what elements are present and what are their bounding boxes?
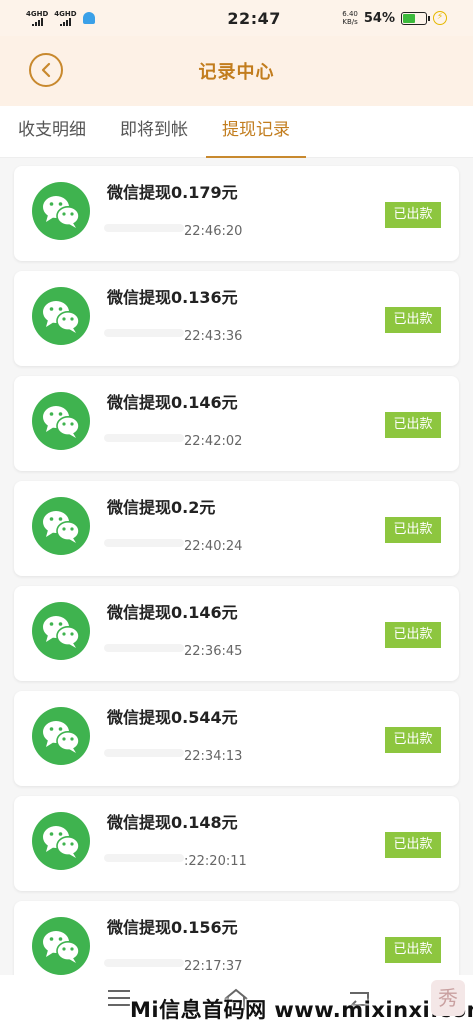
- status-badge: 已出款: [385, 412, 441, 438]
- record-time: 22:40:24: [184, 539, 243, 554]
- signal-icon: 4GHD: [26, 9, 49, 26]
- wechat-icon: [32, 812, 90, 870]
- record-card[interactable]: 微信提现0.146元 22:42:02 已出款: [14, 376, 459, 471]
- chevron-left-icon: [41, 62, 51, 78]
- status-badge: 已出款: [385, 622, 441, 648]
- status-badge: 已出款: [385, 307, 441, 333]
- record-time: 22:46:20: [184, 224, 243, 239]
- record-title: 微信提现0.2元: [107, 498, 216, 517]
- battery-percent: 54%: [363, 10, 395, 26]
- record-time: 22:34:13: [184, 749, 243, 764]
- status-badge: 已出款: [385, 937, 441, 963]
- record-date-blurred: [104, 434, 184, 442]
- net-speed-value: 6.40: [342, 10, 358, 18]
- tab-bar: 收支明细 即将到帐 提现记录: [0, 106, 473, 158]
- status-badge: 已出款: [385, 727, 441, 753]
- battery-fill: [403, 13, 415, 23]
- record-date-blurred: [104, 539, 184, 547]
- record-card[interactable]: 微信提现0.544元 22:34:13 已出款: [14, 691, 459, 786]
- record-date-blurred: [104, 959, 184, 967]
- record-title: 微信提现0.148元: [107, 813, 238, 832]
- network-type-1: 4GHD: [26, 9, 49, 18]
- record-time: :22:20:11: [184, 854, 247, 869]
- record-date-blurred: [104, 854, 184, 862]
- record-time: 22:42:02: [184, 434, 243, 449]
- record-time: 22:36:45: [184, 644, 243, 659]
- record-card[interactable]: 微信提现0.148元 :22:20:11 已出款: [14, 796, 459, 891]
- record-date-blurred: [104, 224, 184, 232]
- tab-income-expense[interactable]: 收支明细: [18, 106, 86, 158]
- wechat-icon: [32, 602, 90, 660]
- record-title: 微信提现0.136元: [107, 288, 238, 307]
- record-title: 微信提现0.179元: [107, 183, 238, 202]
- charging-icon: ⚡: [433, 11, 447, 25]
- wechat-icon: [32, 917, 90, 975]
- record-card[interactable]: 微信提现0.146元 22:36:45 已出款: [14, 586, 459, 681]
- page-title: 记录中心: [198, 62, 275, 83]
- notification-bell-icon: [82, 12, 95, 24]
- status-left: 4GHD 4GHD: [26, 9, 186, 26]
- wechat-icon: [32, 182, 90, 240]
- watermark-text: Mi信息首码网 www.mixinxi.com: [130, 998, 473, 1022]
- record-date-blurred: [104, 749, 184, 757]
- battery-icon: [401, 11, 430, 25]
- signal-icon-2: 4GHD: [54, 9, 77, 26]
- status-badge: 已出款: [385, 517, 441, 543]
- record-card[interactable]: 微信提现0.2元 22:40:24 已出款: [14, 481, 459, 576]
- withdraw-record-list: 微信提现0.179元 22:46:20 已出款 微信提现0.136元 22:43:36 已…: [14, 166, 459, 1006]
- watermark-logo: 秀: [431, 980, 465, 1016]
- record-date-blurred: [104, 329, 184, 337]
- network-type-2: 4GHD: [54, 9, 77, 18]
- net-speed: 6.40 KB/s: [342, 10, 358, 26]
- net-speed-unit: KB/s: [342, 18, 358, 26]
- back-button[interactable]: [29, 53, 63, 87]
- record-title: 微信提现0.544元: [107, 708, 238, 727]
- record-title: 微信提现0.156元: [107, 918, 238, 937]
- wechat-icon: [32, 707, 90, 765]
- record-time: 22:43:36: [184, 329, 243, 344]
- tab-pending[interactable]: 即将到帐: [120, 106, 188, 158]
- wechat-icon: [32, 392, 90, 450]
- status-badge: 已出款: [385, 832, 441, 858]
- record-time: 22:17:37: [184, 959, 243, 974]
- wechat-icon: [32, 497, 90, 555]
- record-card[interactable]: 微信提现0.179元 22:46:20 已出款: [14, 166, 459, 261]
- record-title: 微信提现0.146元: [107, 603, 238, 622]
- record-title: 微信提现0.146元: [107, 393, 238, 412]
- tab-withdraw-records[interactable]: 提现记录: [206, 106, 306, 158]
- app-screen: 4GHD 4GHD 22:47 6.40 KB/s 54% ⚡ 记录中心 收支明…: [0, 0, 473, 1024]
- clock: 22:47: [227, 8, 281, 28]
- status-badge: 已出款: [385, 202, 441, 228]
- status-right: 6.40 KB/s 54% ⚡: [342, 10, 447, 26]
- record-card[interactable]: 微信提现0.136元 22:43:36 已出款: [14, 271, 459, 366]
- page-header: 记录中心: [0, 36, 473, 106]
- status-bar: 4GHD 4GHD 22:47 6.40 KB/s 54% ⚡: [0, 0, 473, 36]
- menu-icon[interactable]: [106, 987, 132, 1009]
- record-date-blurred: [104, 644, 184, 652]
- wechat-icon: [32, 287, 90, 345]
